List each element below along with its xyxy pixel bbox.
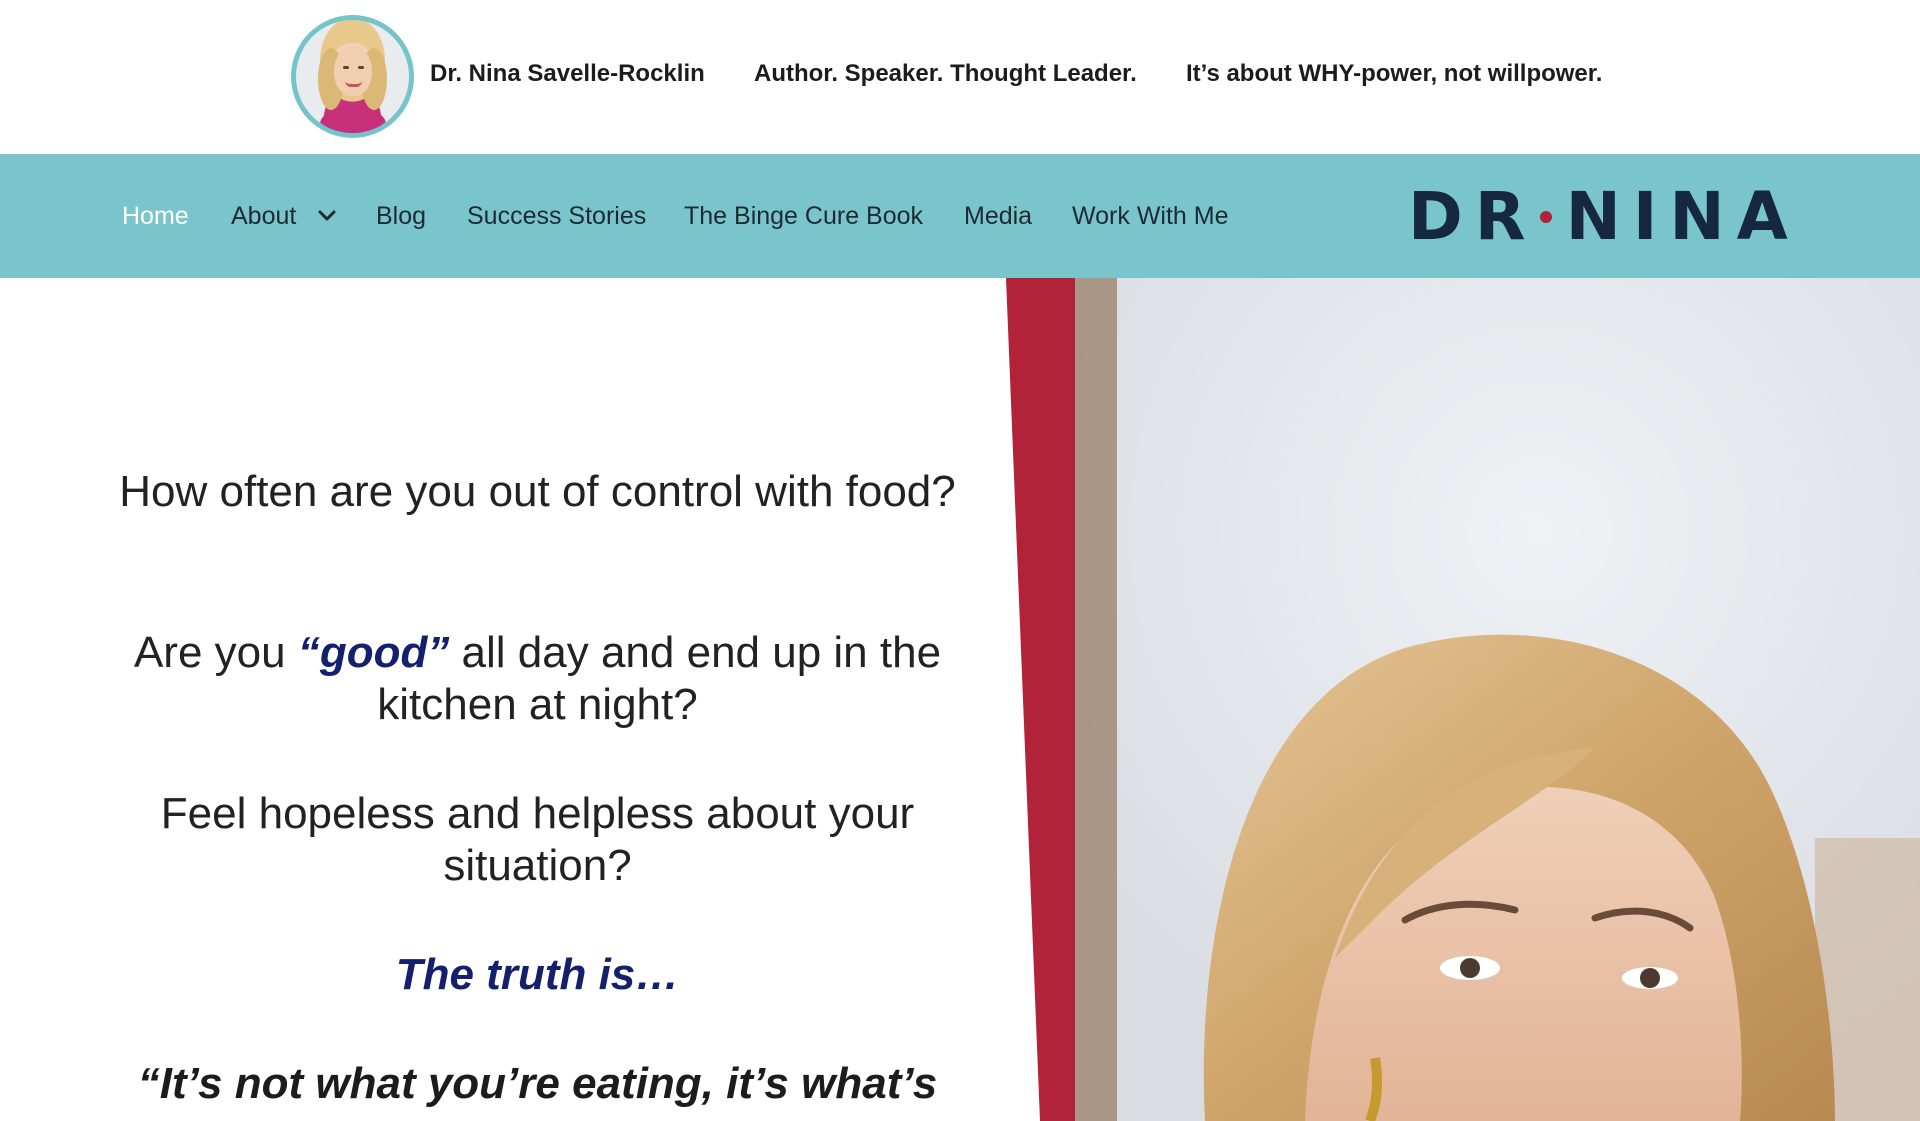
nav-home[interactable]: Home xyxy=(122,202,189,231)
nav-blog[interactable]: Blog xyxy=(376,202,426,231)
nav-work-with-me[interactable]: Work With Me xyxy=(1072,202,1229,231)
main-nav: Home About Blog Success Stories The Bing… xyxy=(0,154,1920,278)
chevron-down-icon[interactable] xyxy=(317,206,337,226)
hero-photo xyxy=(1075,278,1920,1121)
hero-quote: “It’s not what you’re eating, it’s what’… xyxy=(137,1059,938,1108)
logo-dot xyxy=(1539,210,1552,223)
nav-media[interactable]: Media xyxy=(964,202,1032,231)
hero-truth: The truth is… xyxy=(395,950,680,999)
hero-question-1: How often are you out of control with fo… xyxy=(119,467,956,516)
profile-avatar xyxy=(291,15,414,138)
header-tagline: Author. Speaker. Thought Leader. xyxy=(754,60,1137,87)
logo-text-left: DR xyxy=(1408,178,1538,255)
header-name: Dr. Nina Savelle-Rocklin xyxy=(430,60,705,87)
nav-about[interactable]: About xyxy=(231,202,296,231)
hero-q2-emphasis: “good” xyxy=(297,628,450,677)
site-logo[interactable]: DR NINA xyxy=(1408,182,1800,252)
header-slogan: It’s about WHY-power, not willpower. xyxy=(1186,60,1603,87)
portrait-image xyxy=(1075,278,1920,1121)
hero-question-2: Are you “good” all day and end up in the… xyxy=(70,627,1005,731)
hero-question-3: Feel hopeless and helpless about your si… xyxy=(160,789,915,890)
top-header: Dr. Nina Savelle-Rocklin Author. Speaker… xyxy=(0,0,1920,154)
nav-binge-cure-book[interactable]: The Binge Cure Book xyxy=(684,202,923,231)
hero-q2-before: Are you xyxy=(133,628,298,677)
hero-q2-after: all day and end up in the kitchen at nig… xyxy=(377,628,942,729)
hero-text-section: How often are you out of control with fo… xyxy=(0,278,1075,1121)
nav-success-stories[interactable]: Success Stories xyxy=(467,202,646,231)
logo-text-right: NINA xyxy=(1565,178,1800,255)
